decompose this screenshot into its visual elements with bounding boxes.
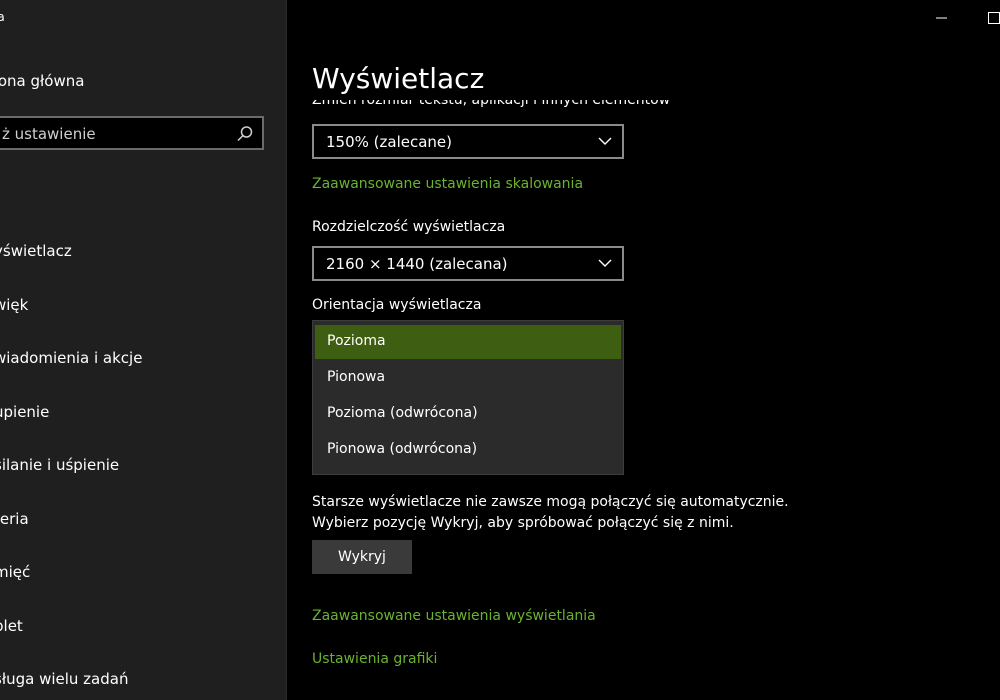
- settings-window: ia rona główna ż ustawienie yświetlacz w…: [0, 0, 1000, 700]
- sidebar: ia rona główna ż ustawienie yświetlacz w…: [0, 0, 286, 700]
- sidebar-item-tablet[interactable]: blet: [0, 617, 23, 635]
- sidebar-item-multitasking[interactable]: sługa wielu zadań: [0, 670, 128, 688]
- option-label: Pionowa: [327, 369, 386, 385]
- sidebar-item-display[interactable]: yświetlacz: [0, 242, 72, 260]
- search-icon[interactable]: [236, 125, 254, 143]
- orientation-option-landscape-flipped[interactable]: Pozioma (odwrócona): [315, 397, 621, 431]
- graphics-settings-link[interactable]: Ustawienia grafiki: [312, 651, 437, 667]
- option-label: Pozioma (odwrócona): [327, 405, 478, 421]
- option-label: Pionowa (odwrócona): [327, 441, 478, 457]
- scale-label-clipped: Zmień rozmiar tekstu, aplikacji i innych…: [312, 100, 812, 115]
- advanced-display-link[interactable]: Zaawansowane ustawienia wyświetlania: [312, 608, 596, 624]
- sidebar-item-battery[interactable]: teria: [0, 510, 29, 528]
- orientation-label: Orientacja wyświetlacza: [312, 297, 482, 313]
- scale-dropdown[interactable]: 150% (zalecane): [312, 124, 624, 159]
- detect-info-text: Starsze wyświetlacze nie zawsze mogą poł…: [312, 492, 789, 534]
- maximize-icon[interactable]: [984, 8, 1000, 28]
- sidebar-item-storage[interactable]: mięć: [0, 563, 30, 581]
- advanced-scaling-link[interactable]: Zaawansowane ustawienia skalowania: [312, 176, 583, 192]
- resolution-dropdown[interactable]: 2160 × 1440 (zalecana): [312, 246, 624, 281]
- info-line-1: Starsze wyświetlacze nie zawsze mogą poł…: [312, 494, 789, 510]
- resolution-value: 2160 × 1440 (zalecana): [326, 255, 508, 273]
- sidebar-item-power-sleep[interactable]: silanie i uśpienie: [0, 456, 119, 474]
- option-label: Pozioma: [327, 333, 386, 349]
- app-title: ia: [0, 10, 5, 24]
- page-title: Wyświetlacz: [312, 62, 485, 95]
- chevron-down-icon: [598, 137, 612, 145]
- sidebar-item-sound[interactable]: więk: [0, 296, 28, 314]
- minimize-icon[interactable]: [932, 8, 952, 28]
- sidebar-item-notifications[interactable]: wiadomienia i akcje: [0, 349, 142, 367]
- home-link[interactable]: rona główna: [0, 72, 84, 90]
- orientation-dropdown-popup: Pozioma Pionowa Pozioma (odwrócona) Pion…: [312, 320, 624, 475]
- resolution-label: Rozdzielczość wyświetlacza: [312, 219, 506, 235]
- sidebar-divider: [286, 0, 287, 700]
- scale-value: 150% (zalecane): [326, 133, 452, 151]
- search-placeholder: ż ustawienie: [2, 125, 96, 143]
- search-input[interactable]: ż ustawienie: [0, 116, 264, 150]
- orientation-option-portrait-flipped[interactable]: Pionowa (odwrócona): [315, 433, 621, 467]
- detect-button[interactable]: Wykryj: [312, 540, 412, 574]
- orientation-option-portrait[interactable]: Pionowa: [315, 361, 621, 395]
- chevron-down-icon: [598, 259, 612, 267]
- info-line-2: Wybierz pozycję Wykryj, aby spróbować po…: [312, 515, 734, 531]
- orientation-option-landscape[interactable]: Pozioma: [315, 325, 621, 359]
- sidebar-item-focus[interactable]: upienie: [0, 403, 49, 421]
- scale-label: Zmień rozmiar tekstu, aplikacji i innych…: [312, 100, 671, 108]
